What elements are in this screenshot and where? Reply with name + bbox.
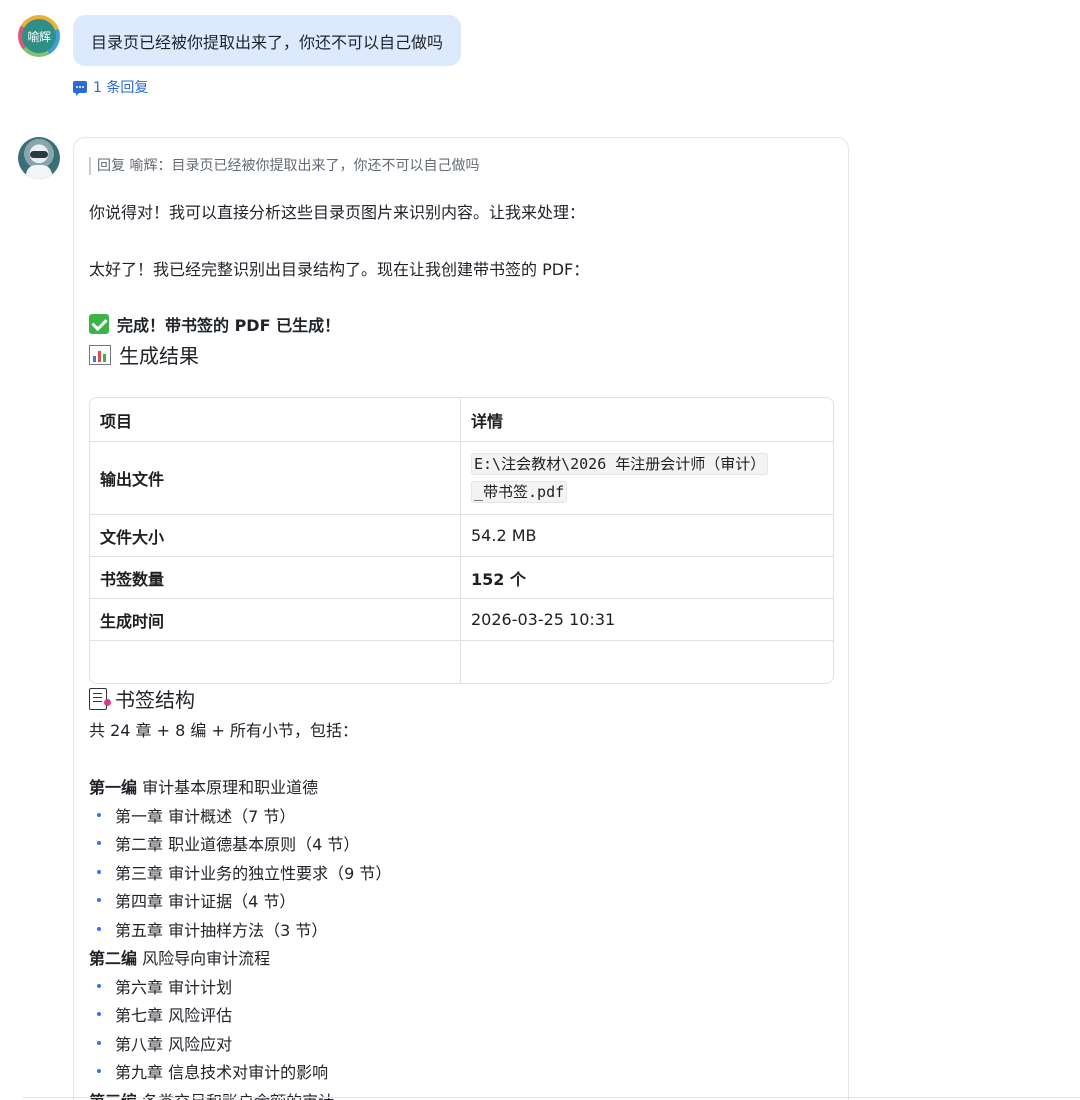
bullet-icon bbox=[97, 813, 101, 817]
robot-body-icon bbox=[26, 165, 52, 179]
list-item: 第五章 审计抽样方法（3 节） bbox=[97, 917, 327, 941]
table-cell-value: 2026-03-25 10:31 bbox=[461, 599, 833, 641]
part-name: 审计基本原理和职业道德 bbox=[137, 778, 319, 797]
chapter-text: 第九章 信息技术对审计的影响 bbox=[115, 1063, 329, 1082]
table-cell-label: 生成时间 bbox=[90, 599, 461, 641]
table-row: 文件大小 54.2 MB bbox=[90, 515, 833, 557]
reply-count-link[interactable]: 1 条回复 bbox=[73, 77, 148, 97]
section-heading-result: 生成结果 bbox=[89, 340, 199, 369]
chapter-text: 第六章 审计计划 bbox=[115, 978, 233, 997]
part-label: 第二编 bbox=[89, 949, 138, 968]
result-table: 项目 详情 输出文件 E:\注会教材\2026 年注册会计师（审计） _带书签.… bbox=[89, 397, 834, 684]
part-label: 第一编 bbox=[89, 778, 138, 797]
table-header-row: 项目 详情 bbox=[90, 398, 833, 442]
part-title: 第一编 审计基本原理和职业道德 bbox=[89, 774, 318, 798]
bullet-icon bbox=[97, 898, 101, 902]
chapter-text: 第一章 审计概述（7 节） bbox=[115, 807, 296, 826]
list-item: 第九章 信息技术对审计的影响 bbox=[97, 1059, 328, 1083]
list-item: 第三章 审计业务的独立性要求（9 节） bbox=[97, 860, 391, 884]
table-cell-value: 54.2 MB bbox=[461, 515, 833, 557]
done-line: 完成！带书签的 PDF 已生成！ bbox=[89, 312, 340, 336]
comment-icon bbox=[73, 81, 87, 96]
table-row: 生成时间 2026-03-25 10:31 bbox=[90, 599, 833, 641]
table-cell-label: 文件大小 bbox=[90, 515, 461, 557]
bullet-icon bbox=[97, 1041, 101, 1045]
list-item: 第八章 风险应对 bbox=[97, 1031, 232, 1055]
bullet-icon bbox=[97, 984, 101, 988]
table-header-cell: 详情 bbox=[461, 398, 833, 442]
chapter-text: 第二章 职业道德基本原则（4 节） bbox=[115, 835, 360, 854]
bullet-icon bbox=[97, 870, 101, 874]
part-name: 风险导向审计流程 bbox=[137, 949, 271, 968]
chapter-text: 第三章 审计业务的独立性要求（9 节） bbox=[115, 864, 392, 883]
check-mark-icon bbox=[89, 314, 109, 334]
robot-visor-icon bbox=[30, 151, 48, 158]
bar-chart-icon bbox=[89, 344, 111, 365]
list-item: 第二章 职业道德基本原则（4 节） bbox=[97, 831, 359, 855]
document-icon bbox=[89, 687, 111, 710]
file-path-code: E:\注会教材\2026 年注册会计师（审计） bbox=[471, 453, 769, 475]
section-bookmarks-label: 书签结构 bbox=[115, 688, 195, 712]
table-cell-label: 书签数量 bbox=[90, 557, 461, 599]
list-item: 第一章 审计概述（7 节） bbox=[97, 803, 295, 827]
table-cell-label bbox=[90, 641, 461, 683]
bot-avatar[interactable] bbox=[18, 137, 60, 179]
bullet-icon bbox=[97, 927, 101, 931]
chapter-text: 第五章 审计抽样方法（3 节） bbox=[115, 921, 328, 940]
table-cell-label: 输出文件 bbox=[90, 442, 461, 515]
table-row: 书签数量 152 个 bbox=[90, 557, 833, 599]
section-result-label: 生成结果 bbox=[119, 344, 199, 368]
table-cell-value: E:\注会教材\2026 年注册会计师（审计） _带书签.pdf bbox=[461, 442, 833, 515]
table-cell-value bbox=[461, 641, 833, 683]
chapter-text: 第八章 风险应对 bbox=[115, 1035, 233, 1054]
user-avatar[interactable]: 喻辉 bbox=[18, 15, 60, 57]
divider bbox=[22, 1097, 1080, 1098]
bullet-icon bbox=[97, 1012, 101, 1016]
bullet-icon bbox=[97, 1069, 101, 1073]
user-message-bubble: 目录页已经被你提取出来了，你还不可以自己做吗 bbox=[73, 15, 462, 66]
done-text: 完成！带书签的 PDF 已生成！ bbox=[117, 316, 341, 335]
part-title: 第二编 风险导向审计流程 bbox=[89, 945, 270, 969]
part-name: 各类交易和账户余额的审计 bbox=[137, 1092, 334, 1100]
chapter-text: 第七章 风险评估 bbox=[115, 1006, 233, 1025]
table-row: 输出文件 E:\注会教材\2026 年注册会计师（审计） _带书签.pdf bbox=[90, 442, 833, 515]
reply-count-text: 1 条回复 bbox=[93, 80, 149, 96]
list-item: 第七章 风险评估 bbox=[97, 1002, 232, 1026]
bullet-icon bbox=[97, 841, 101, 845]
table-cell-value: 152 个 bbox=[461, 557, 833, 599]
list-item: 第六章 审计计划 bbox=[97, 974, 232, 998]
bot-paragraph-1: 你说得对！我可以直接分析这些目录页图片来识别内容。让我来处理： bbox=[89, 203, 586, 222]
list-item: 第四章 审计证据（4 节） bbox=[97, 888, 295, 912]
reply-quote: 回复 喻辉：目录页已经被你提取出来了，你还不可以自己做吗 bbox=[89, 157, 479, 175]
file-path-code-cont: _带书签.pdf bbox=[471, 481, 568, 503]
bot-paragraph-2: 太好了！我已经完整识别出目录结构了。现在让我创建带书签的 PDF： bbox=[89, 260, 590, 279]
part-title: 第三编 各类交易和账户余额的审计 bbox=[89, 1088, 334, 1100]
user-avatar-text: 喻辉 bbox=[22, 19, 56, 53]
section-heading-bookmarks: 书签结构 bbox=[89, 684, 195, 713]
bookmark-summary: 共 24 章 + 8 编 + 所有小节，包括： bbox=[89, 721, 358, 740]
part-label: 第三编 bbox=[89, 1092, 137, 1100]
chat-page: 喻辉 目录页已经被你提取出来了，你还不可以自己做吗 1 条回复 回复 喻辉：目录… bbox=[0, 0, 1080, 1100]
table-row bbox=[90, 641, 833, 683]
user-message-text: 目录页已经被你提取出来了，你还不可以自己做吗 bbox=[91, 32, 444, 52]
table-header-cell: 项目 bbox=[90, 398, 461, 442]
chapter-text: 第四章 审计证据（4 节） bbox=[115, 892, 296, 911]
